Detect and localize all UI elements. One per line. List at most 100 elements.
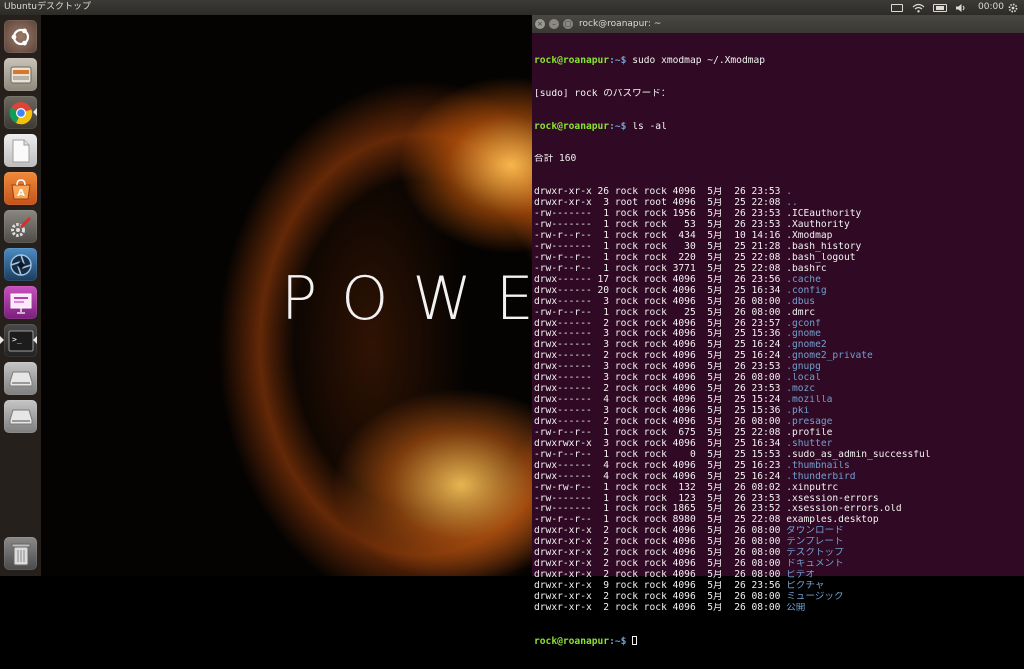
- ls-entry: drwx------ 2 rock rock 4096 5月 26 23:57 …: [534, 319, 1022, 330]
- ls-entry-dirname: .: [786, 187, 792, 198]
- ls-entry-filename: .bashrc: [786, 263, 827, 274]
- minimize-button[interactable]: –: [549, 19, 559, 29]
- shutter-icon: [9, 253, 32, 276]
- ls-entry-meta: drwx------ 3 rock rock 4096 5月 26 08:00: [534, 296, 787, 307]
- drive-2-button[interactable]: [4, 400, 37, 433]
- drive-icon: [9, 371, 32, 386]
- shutter-launcher-button[interactable]: [4, 248, 37, 281]
- ls-entry: -rw------- 1 rock rock 1956 5月 26 23:53 …: [534, 209, 1022, 220]
- ls-entry: drwxr-xr-x 2 rock rock 4096 5月 26 08:00 …: [534, 548, 1022, 559]
- ls-entry-meta: -rw-r--r-- 1 rock rock 25 5月 26 08:00: [534, 307, 787, 318]
- chrome-launcher-button[interactable]: [4, 96, 37, 129]
- ls-entry: drwxr-xr-x 2 rock rock 4096 5月 26 08:00 …: [534, 537, 1022, 548]
- document-icon: [12, 139, 29, 162]
- ls-entry-dirname: .thunderbird: [786, 471, 856, 482]
- dash-home-button[interactable]: [4, 20, 37, 53]
- maximize-button[interactable]: □: [563, 19, 573, 29]
- ls-entry-meta: drwx------ 2 rock rock 4096 5月 25 16:24: [534, 351, 787, 362]
- ls-entry-meta: drwx------ 3 rock rock 4096 5月 26 08:00: [534, 373, 787, 384]
- ls-entry: drwx------ 20 rock rock 4096 5月 25 16:34…: [534, 286, 1022, 297]
- ls-entry-dirname: .thumbnails: [786, 460, 850, 471]
- ls-entry-filename: .sudo_as_admin_successful: [786, 449, 931, 460]
- sudo-password-prompt: [sudo] rock のパスワード：: [534, 88, 671, 99]
- ls-entry-meta: drwxr-xr-x 2 rock rock 4096 5月 26 08:00: [534, 570, 787, 581]
- ls-entry-meta: drwx------ 3 rock rock 4096 5月 25 16:24: [534, 340, 787, 351]
- ls-entry: drwx------ 4 rock rock 4096 5月 25 16:24 …: [534, 472, 1022, 483]
- ls-entry-dirname: .mozilla: [786, 395, 833, 406]
- ls-entry: drwxr-xr-x 2 rock rock 4096 5月 26 08:00 …: [534, 559, 1022, 570]
- ls-entry-filename: .profile: [786, 427, 833, 438]
- active-indicator: [0, 336, 4, 344]
- document-launcher-button[interactable]: [4, 134, 37, 167]
- clock[interactable]: 00:00: [978, 0, 1004, 15]
- terminal-output[interactable]: rock@roanapur:~$ sudo xmodmap ~/.Xmodmap…: [534, 34, 1022, 669]
- ls-entry: drwxr-xr-x 2 rock rock 4096 5月 26 08:00 …: [534, 603, 1022, 614]
- ls-entry-meta: -rw------- 1 rock rock 53 5月 26 23:53: [534, 220, 787, 231]
- ls-entry-dirname: .gnome2: [786, 340, 827, 351]
- current-prompt-line[interactable]: rock@roanapur:~$: [534, 635, 1022, 647]
- ls-entry: -rw-r--r-- 1 rock rock 25 5月 26 08:00 .d…: [534, 308, 1022, 319]
- ls-entry-meta: -rw-r--r-- 1 rock rock 434 5月 10 14:16: [534, 231, 787, 242]
- terminal-launcher-button[interactable]: >_: [0, 324, 37, 357]
- ls-entry: drwxr-xr-x 2 rock rock 4096 5月 26 08:00 …: [534, 592, 1022, 603]
- battery-icon[interactable]: [933, 0, 947, 15]
- keyboard-icon[interactable]: [891, 0, 903, 15]
- files-launcher-button[interactable]: [4, 58, 37, 91]
- ls-entry-meta: drwx------ 2 rock rock 4096 5月 26 08:00: [534, 416, 787, 427]
- ls-entry-dirname: .gnome2_private: [786, 351, 873, 362]
- ls-entry: drwxr-xr-x 3 root root 4096 5月 25 22:08 …: [534, 198, 1022, 209]
- ls-entry-meta: -rw------- 1 rock rock 1956 5月 26 23:53: [534, 209, 787, 220]
- file-manager-icon: [10, 66, 31, 83]
- ubuntu-logo-icon: [11, 28, 29, 45]
- volume-icon[interactable]: [955, 0, 967, 15]
- terminal-titlebar[interactable]: × – □ rock@roanapur: ~: [532, 15, 1024, 33]
- close-button[interactable]: ×: [535, 19, 545, 29]
- ls-entry-meta: -rw-r--r-- 1 rock rock 0 5月 25 15:53: [534, 449, 787, 460]
- software-center-button[interactable]: A: [4, 172, 37, 205]
- ls-entry-meta: -rw-rw-r-- 1 rock rock 132 5月 26 08:02: [534, 482, 787, 493]
- system-settings-button[interactable]: [4, 210, 37, 243]
- ls-entry-meta: drwxr-xr-x 2 rock rock 4096 5月 26 08:00: [534, 559, 787, 570]
- ls-entry: -rw-r--r-- 1 rock rock 675 5月 25 22:08 .…: [534, 428, 1022, 439]
- ls-entry-dirname: .mozc: [786, 384, 816, 395]
- ls-entry-dirname: ビデオ: [786, 570, 815, 581]
- ls-entry-meta: drwxr-xr-x 2 rock rock 4096 5月 26 08:00: [534, 548, 787, 559]
- ls-entry: drwx------ 17 rock rock 4096 5月 26 23:56…: [534, 275, 1022, 286]
- ls-entry-dirname: ピクチャ: [786, 581, 825, 592]
- command-line: rock@roanapur:~$ ls -al: [534, 121, 667, 132]
- running-indicator: [33, 336, 37, 344]
- ls-entry-meta: drwxr-xr-x 2 rock rock 4096 5月 26 08:00: [534, 537, 787, 548]
- app-letter: A: [17, 188, 25, 199]
- terminal-window[interactable]: × – □ rock@roanapur: ~ rock@roanapur:~$ …: [532, 15, 1024, 647]
- ls-entry-meta: drwx------ 4 rock rock 4096 5月 25 16:24: [534, 471, 787, 482]
- drive-1-button[interactable]: [4, 362, 37, 395]
- ls-entry-meta: -rw-r--r-- 1 rock rock 220 5月 25 22:08: [534, 252, 787, 263]
- ls-entry-filename: .bash_logout: [786, 252, 856, 263]
- presentation-launcher-button[interactable]: [4, 286, 37, 319]
- ls-entry-dirname: 公開: [786, 602, 806, 613]
- ls-entry-dirname: .gconf: [786, 318, 821, 329]
- ls-entry-meta: drwx------ 2 rock rock 4096 5月 26 23:57: [534, 318, 787, 329]
- wifi-icon[interactable]: [912, 0, 925, 15]
- ls-entry-dirname: ..: [786, 198, 798, 209]
- ls-entry-dirname: .local: [786, 373, 821, 384]
- ls-entry-dirname: .shutter: [786, 438, 833, 449]
- ls-entry-dirname: ミュージック: [786, 591, 844, 602]
- ls-entry: drwx------ 3 rock rock 4096 5月 25 15:36 …: [534, 329, 1022, 340]
- desktop-wallpaper: POWER: [41, 15, 532, 576]
- ls-entry: drwx------ 3 rock rock 4096 5月 25 15:36 …: [534, 406, 1022, 417]
- ls-entry-dirname: .pki: [786, 406, 810, 417]
- ls-entry: drwxr-xr-x 2 rock rock 4096 5月 26 08:00 …: [534, 526, 1022, 537]
- ls-entry: drwx------ 2 rock rock 4096 5月 26 08:00 …: [534, 417, 1022, 428]
- ls-entry-meta: drwxr-xr-x 2 rock rock 4096 5月 26 08:00: [534, 591, 787, 602]
- gear-icon[interactable]: [1008, 0, 1018, 15]
- ls-entry: drwxrwxr-x 3 rock rock 4096 5月 25 16:34 …: [534, 439, 1022, 450]
- wallpaper-text: POWER: [281, 264, 532, 334]
- trash-button[interactable]: [4, 537, 37, 570]
- ls-entry: -rw------- 1 rock rock 123 5月 26 23:53 .…: [534, 494, 1022, 505]
- ls-entry: drwx------ 4 rock rock 4096 5月 25 15:24 …: [534, 395, 1022, 406]
- ls-entry-filename: .Xauthority: [786, 220, 850, 231]
- ls-entry: drwx------ 2 rock rock 4096 5月 25 16:24 …: [534, 351, 1022, 362]
- ls-entry-meta: drwx------ 4 rock rock 4096 5月 25 16:23: [534, 460, 787, 471]
- top-panel: Ubuntuデスクトップ 00:00: [0, 0, 1024, 15]
